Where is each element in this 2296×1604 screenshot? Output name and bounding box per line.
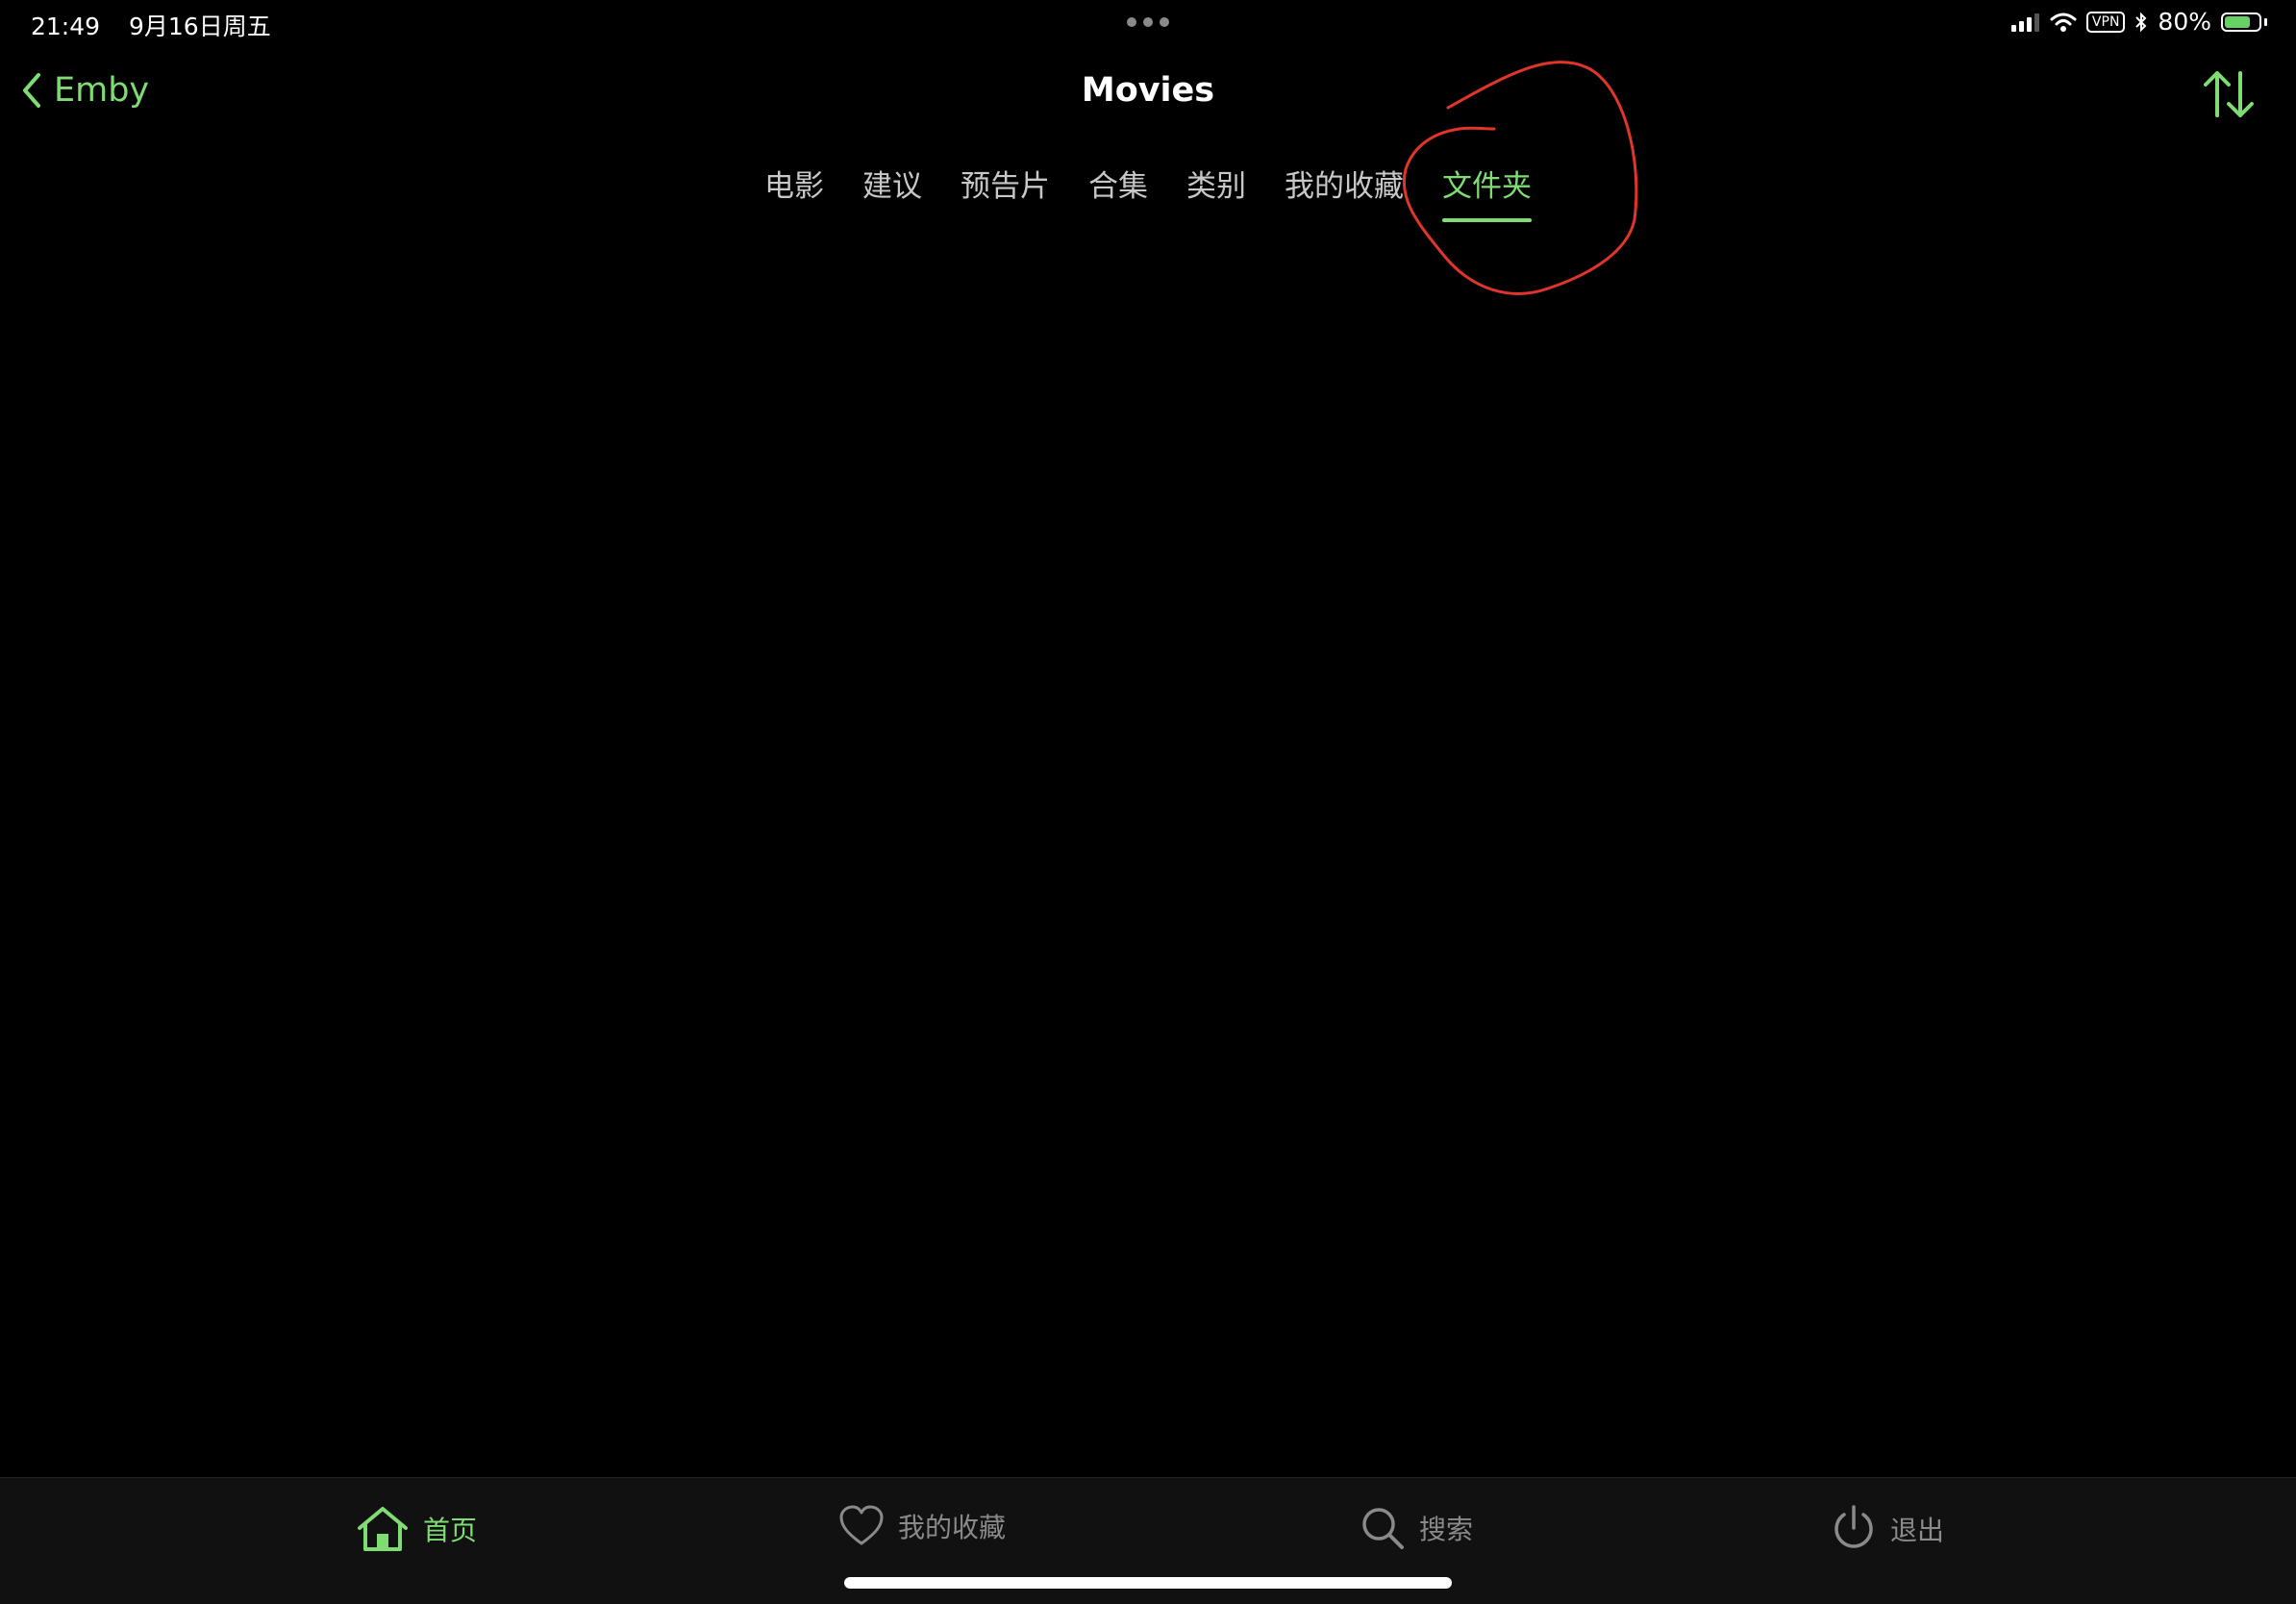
house-icon <box>358 1507 408 1551</box>
status-date: 9月16日周五 <box>129 13 271 40</box>
heart-icon <box>839 1505 884 1545</box>
sort-arrows-icon <box>2204 71 2254 117</box>
page-title: Movies <box>1081 71 1215 110</box>
tab-bar-search-label: 搜索 <box>1419 1514 1474 1545</box>
status-left: 21:49 9月16日周五 <box>31 8 292 42</box>
battery-cap <box>2264 17 2267 26</box>
tab-item[interactable]: 合集 <box>1088 162 1148 222</box>
tab-item[interactable]: 预告片 <box>961 162 1050 222</box>
home-indicator[interactable] <box>844 1577 1452 1589</box>
tab-item[interactable]: 我的收藏 <box>1285 162 1404 222</box>
battery-icon <box>2221 12 2261 32</box>
search-icon <box>1362 1508 1404 1549</box>
screen: 21:49 9月16日周五 VPN 80% Emby Movies 电影 建议 … <box>0 0 2296 1604</box>
battery-fill <box>2225 15 2251 28</box>
tab-bar-search[interactable]: 搜索 <box>1360 1505 1473 1551</box>
tab-bar-favorites[interactable]: 我的收藏 <box>838 1505 1006 1547</box>
tab-item[interactable]: 文件夹 <box>1442 162 1532 222</box>
sort-button[interactable] <box>2202 69 2256 119</box>
tab-item[interactable]: 建议 <box>862 162 922 222</box>
status-bar: 21:49 9月16日周五 VPN 80% <box>0 0 2296 46</box>
tab-bar-home[interactable]: 首页 <box>356 1505 477 1553</box>
tab-item[interactable]: 类别 <box>1186 162 1246 222</box>
cellular-signal-icon <box>2010 13 2039 32</box>
tab-bar-logout[interactable]: 退出 <box>1831 1505 1944 1553</box>
status-time: 21:49 <box>31 13 101 40</box>
power-icon <box>1834 1505 1873 1548</box>
tab-bar-home-label: 首页 <box>423 1515 478 1546</box>
content-area <box>0 231 2296 1475</box>
wifi-icon <box>2050 13 2077 32</box>
vpn-badge: VPN <box>2085 11 2126 33</box>
category-tabs: 电影 建议 预告片 合集 类别 我的收藏 文件夹 <box>0 162 2296 222</box>
tab-item[interactable]: 电影 <box>764 162 824 222</box>
battery-percentage: 80% <box>2158 8 2211 36</box>
tab-bar-favorites-label: 我的收藏 <box>898 1512 1007 1543</box>
multitasking-dots-icon[interactable] <box>1127 17 1169 27</box>
status-right: VPN 80% <box>2010 8 2267 36</box>
tab-bar-logout-label: 退出 <box>1890 1515 1945 1546</box>
bluetooth-icon <box>2135 12 2147 32</box>
